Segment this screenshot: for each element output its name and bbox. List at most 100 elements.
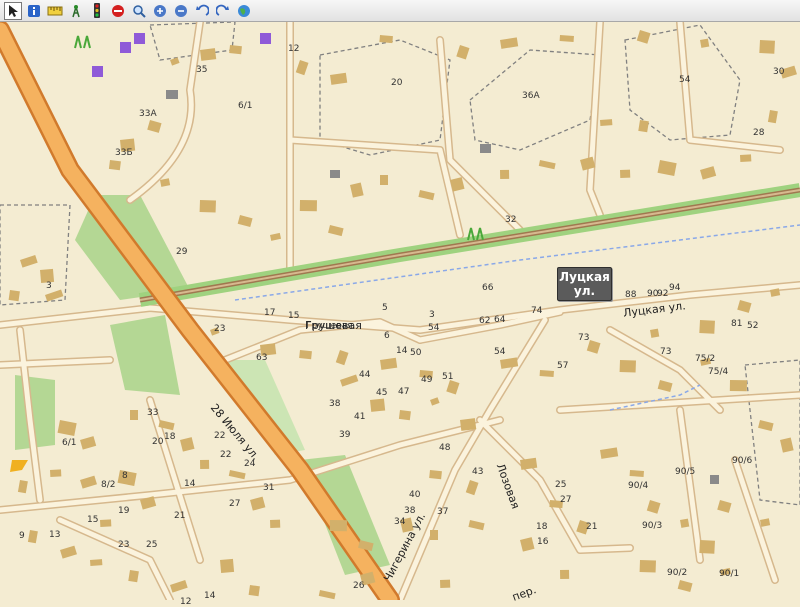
house-number-label: 23	[118, 540, 130, 550]
building	[329, 520, 347, 532]
building	[650, 328, 660, 338]
house-number-label: 33А	[139, 109, 157, 119]
building	[759, 40, 775, 54]
house-number-label: 64	[494, 315, 506, 325]
house-number-label: 39	[339, 430, 351, 440]
house-number-label: 3	[429, 310, 435, 320]
info-icon[interactable]	[25, 2, 43, 20]
house-number-label: 21	[174, 511, 186, 521]
house-number-label: 73	[578, 333, 590, 343]
house-number-label: 66	[482, 283, 494, 293]
house-number-label: 26	[353, 581, 365, 591]
house-number-label: 90/3	[642, 521, 663, 531]
house-number-label: 73	[660, 347, 672, 357]
house-number-label: 90/6	[732, 456, 753, 466]
building	[700, 38, 710, 48]
house-number-label: 13	[49, 530, 61, 540]
house-number-label: 49	[421, 375, 433, 385]
building	[130, 410, 138, 420]
house-number-label: 30	[773, 67, 785, 77]
house-number-label: 6/1	[62, 438, 77, 448]
house-number-label: 25	[146, 540, 158, 550]
house-number-label: 90/4	[628, 481, 649, 491]
building	[680, 518, 690, 528]
house-number-label: 22	[220, 450, 232, 460]
building	[500, 169, 510, 179]
ruler-icon[interactable]	[46, 2, 64, 20]
house-number-label: 23	[214, 324, 226, 334]
building	[270, 519, 281, 528]
building	[559, 34, 574, 42]
building	[50, 469, 62, 477]
building	[539, 370, 554, 377]
house-number-label: 15	[87, 515, 99, 525]
building	[248, 585, 260, 597]
street-callout[interactable]: Луцкая ул.	[557, 267, 612, 301]
undo-icon[interactable]	[193, 2, 211, 20]
house-number-label: 32	[505, 215, 517, 225]
house-number-label: 20	[152, 437, 164, 447]
building	[220, 558, 235, 573]
house-number-label: 54	[679, 75, 691, 85]
house-number-label: 6/1	[238, 101, 253, 111]
building	[560, 569, 570, 579]
building	[398, 410, 411, 421]
house-number-label: 36А	[522, 91, 540, 101]
house-number-label: 63	[256, 353, 268, 363]
house-number-label: 31	[263, 483, 275, 493]
building	[379, 35, 393, 44]
cursor-arrow-icon[interactable]	[3, 1, 22, 20]
building	[629, 470, 644, 477]
globe-icon[interactable]	[235, 2, 253, 20]
toolbar	[0, 0, 800, 22]
house-number-label: 29	[176, 247, 188, 257]
building	[108, 160, 121, 171]
building	[460, 418, 477, 431]
house-number-label: 18	[536, 522, 548, 532]
house-number-label: 52	[747, 321, 759, 331]
building	[440, 579, 451, 588]
building	[299, 200, 317, 212]
no-entry-icon[interactable]	[109, 2, 127, 20]
house-number-label: 5	[382, 303, 388, 313]
building	[128, 570, 139, 583]
building	[429, 470, 442, 480]
house-number-label: 40	[409, 490, 421, 500]
house-number-label: 41	[354, 412, 366, 422]
house-number-label: 27	[560, 495, 572, 505]
house-number-label: 27	[229, 499, 241, 509]
building	[638, 120, 649, 133]
house-number-label: 3	[46, 281, 52, 291]
building	[199, 200, 216, 213]
house-number-label: 18	[164, 432, 176, 442]
house-number-label: 88	[625, 290, 637, 300]
house-number-label: 51	[442, 372, 454, 382]
building	[620, 169, 631, 178]
house-number-label: 81	[731, 319, 743, 329]
building	[639, 559, 656, 573]
house-number-label: 48	[439, 443, 451, 453]
house-number-label: 21	[586, 522, 598, 532]
house-number-label: 47	[398, 387, 410, 397]
building	[380, 175, 388, 185]
house-number-label: 16	[537, 537, 549, 547]
house-number-label: 57	[557, 361, 569, 371]
house-number-label: 54	[494, 347, 506, 357]
house-number-label: 90/5	[675, 467, 696, 477]
house-number-label: 94	[669, 283, 681, 293]
zoom-in-icon[interactable]	[151, 2, 169, 20]
magnifier-icon[interactable]	[130, 2, 148, 20]
redo-icon[interactable]	[214, 2, 232, 20]
house-number-label: 90/2	[667, 568, 688, 578]
building	[200, 48, 217, 61]
house-number-label: 37	[437, 507, 449, 517]
house-number-label: 75/2	[695, 354, 716, 364]
house-number-label: 25	[555, 480, 567, 490]
zoom-out-icon[interactable]	[172, 2, 190, 20]
building	[8, 289, 20, 302]
traffic-light-icon[interactable]	[88, 2, 106, 20]
antenna-icon[interactable]	[67, 2, 85, 20]
callout-line-2: ул.	[573, 284, 596, 298]
house-number-label: 75/4	[708, 367, 729, 377]
building	[200, 459, 210, 469]
